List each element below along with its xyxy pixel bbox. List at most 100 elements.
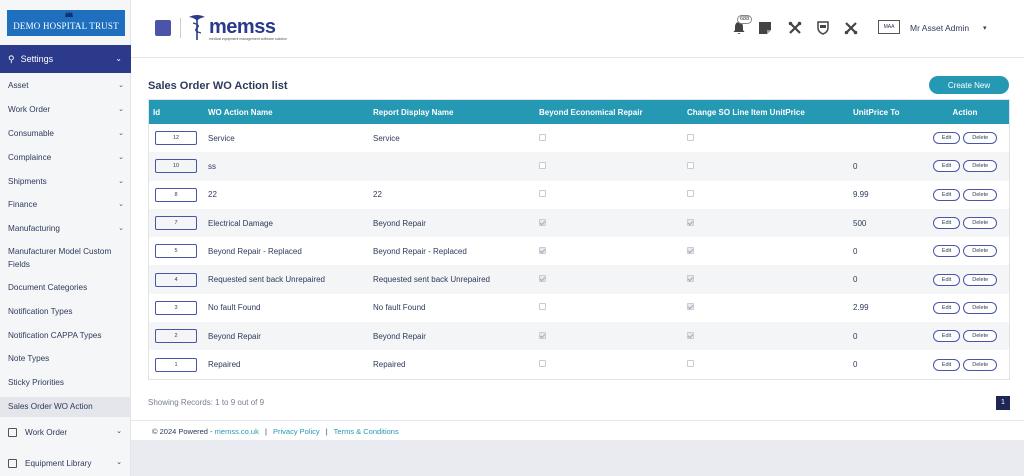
privacy-policy-link[interactable]: Privacy Policy (273, 427, 320, 436)
cell-unitprice-to: 0 (849, 265, 921, 294)
cell-change-unitprice (683, 152, 849, 181)
sidebar-item-manufacturer-model-custom-fields[interactable]: Manufacturer Model Custom Fields (0, 245, 131, 271)
cell-ber (535, 181, 683, 209)
delete-button[interactable]: Delete (963, 358, 998, 371)
avatar[interactable]: MAA (878, 20, 900, 34)
pagination-page-1[interactable]: 1 (996, 396, 1010, 410)
sidebar-item-label: Notification Types (8, 307, 73, 316)
caret-down-icon[interactable]: ▾ (983, 24, 987, 32)
column-header-report-display-name[interactable]: Report Display Name (369, 100, 535, 124)
create-new-button[interactable]: Create New (929, 76, 1009, 94)
cell-id: 7 (149, 208, 204, 238)
wrench-cross-icon[interactable] (844, 21, 858, 35)
edit-button[interactable]: Edit (932, 188, 961, 201)
sidebar-item-document-categories[interactable]: Document Categories (0, 282, 131, 293)
delete-button[interactable]: Delete (963, 132, 998, 145)
site-link[interactable]: memss.co.uk (215, 427, 259, 436)
user-name[interactable]: Mr Asset Admin (910, 23, 969, 33)
footer: © 2024 Powered - memss.co.uk | Privacy P… (131, 420, 1024, 440)
sidebar-item-sticky-priorities[interactable]: Sticky Priorities (0, 377, 131, 388)
delete-button[interactable]: Delete (963, 160, 998, 173)
menu-toggle-button[interactable] (155, 20, 171, 36)
sticky-note-icon[interactable] (758, 21, 772, 35)
sidebar-item-label: Manufacturer Model Custom Fields (8, 247, 112, 269)
cell-actions: Edit Delete (921, 237, 1009, 265)
edit-button[interactable]: Edit (932, 245, 961, 258)
delete-button[interactable]: Delete (963, 188, 998, 201)
cell-ber (535, 208, 683, 238)
chevron-down-icon: ⌄ (116, 428, 122, 435)
sidebar-item-complaince[interactable]: Complaince ⌄ (0, 152, 131, 163)
edit-button[interactable]: Edit (932, 217, 961, 230)
hospital-logo[interactable]: DEMO HOSPITAL TRUST (7, 10, 125, 36)
sidebar-settings-header[interactable]: ⚲ Settings ⌄ (0, 45, 131, 73)
delete-button[interactable]: Delete (963, 217, 998, 230)
footer-separator: | (264, 427, 267, 436)
edit-button[interactable]: Edit (932, 358, 961, 371)
cell-ber (535, 237, 683, 265)
sidebar-item-notification-cappa-types[interactable]: Notification CAPPA Types (0, 330, 131, 341)
edit-button[interactable]: Edit (932, 301, 961, 314)
column-header-id[interactable]: Id (149, 100, 204, 124)
cell-report-display-name: Repaired (373, 360, 406, 370)
sidebar-item-finance[interactable]: Finance ⌄ (0, 199, 131, 210)
id-box: 10 (155, 159, 197, 174)
ber-checkbox (539, 190, 546, 198)
library-icon (8, 458, 17, 468)
edit-button[interactable]: Edit (932, 132, 961, 145)
cell-actions: Edit Delete (921, 265, 1009, 294)
cell-id: 3 (149, 294, 204, 322)
cell-id: 5 (149, 237, 204, 265)
column-header-unitprice-to[interactable]: UnitPrice To (849, 100, 921, 124)
cell-unitprice-to: 2.99 (853, 303, 869, 313)
cell-id: 12 (149, 124, 204, 152)
sidebar-item-shipments[interactable]: Shipments ⌄ (0, 176, 131, 187)
delete-button[interactable]: Delete (963, 301, 998, 314)
delete-button[interactable]: Delete (963, 330, 998, 343)
sidebar-item-sales-order-wo-action[interactable]: Sales Order WO Action (0, 397, 131, 417)
column-header-change-unitprice[interactable]: Change SO Line Item UnitPrice (683, 100, 849, 124)
sidebar-item-note-types[interactable]: Note Types (0, 353, 131, 364)
delete-button[interactable]: Delete (963, 245, 998, 258)
sidebar-item-equipment-library[interactable]: Equipment Library ⌄ (0, 452, 131, 474)
delete-button[interactable]: Delete (963, 273, 998, 286)
cell-unitprice-to: 0 (853, 246, 858, 256)
column-header-ber[interactable]: Beyond Economical Repair (535, 100, 683, 124)
table-row: 5 Beyond Repair - Replaced Beyond Repair -… (149, 237, 1009, 265)
shield-icon[interactable] (816, 21, 830, 35)
terms-link[interactable]: Terms & Conditions (334, 427, 399, 436)
sidebar-item-consumable[interactable]: Consumable ⌄ (0, 128, 131, 139)
change-unitprice-checkbox (687, 303, 694, 311)
sidebar-item-work-order[interactable]: Work Order ⌄ (0, 104, 131, 115)
cell-ber (535, 294, 683, 322)
cell-wo-action-name: ss (204, 152, 369, 181)
chevron-down-icon: ⌄ (116, 459, 122, 466)
sidebar-item-asset[interactable]: Asset ⌄ (0, 80, 131, 91)
sidebar-item-label: Consumable (8, 129, 54, 138)
records-summary: Showing Records: 1 to 9 out of 9 (148, 398, 265, 407)
tools-icon[interactable] (788, 21, 802, 35)
change-unitprice-checkbox (687, 133, 694, 141)
brand-divider (180, 18, 181, 38)
id-box: 7 (155, 216, 197, 231)
cell-unitprice-to: 0 (849, 322, 921, 351)
sidebar-item-label: Equipment Library (25, 458, 92, 468)
main-content: Sales Order WO Action list Create New Id… (131, 58, 1024, 476)
sidebar-item-label: Work Order (25, 427, 68, 437)
cell-actions: Edit Delete (921, 181, 1009, 209)
edit-button[interactable]: Edit (932, 330, 961, 343)
column-header-wo-action-name[interactable]: WO Action Name (204, 100, 369, 124)
sidebar-item-work-order[interactable]: Work Order ⌄ (0, 421, 131, 443)
chevron-down-icon: ⌄ (118, 154, 124, 161)
sidebar-item-label: Shipments (8, 177, 47, 186)
sidebar: DEMO HOSPITAL TRUST ⚲ Settings ⌄ Asset ⌄ W… (0, 0, 131, 476)
sidebar-item-manufacturing[interactable]: Manufacturing ⌄ (0, 223, 131, 234)
sidebar-item-notification-types[interactable]: Notification Types (0, 306, 131, 317)
edit-button[interactable]: Edit (932, 273, 961, 286)
edit-button[interactable]: Edit (932, 160, 961, 173)
cell-id: 8 (149, 181, 204, 209)
table-row: 2 Beyond Repair Beyond Repair 0 Edit Delete (149, 322, 1009, 351)
change-unitprice-checkbox (687, 246, 694, 254)
wo-action-table: Id WO Action Name Report Display Name Be… (148, 99, 1010, 380)
ber-checkbox (539, 275, 546, 283)
